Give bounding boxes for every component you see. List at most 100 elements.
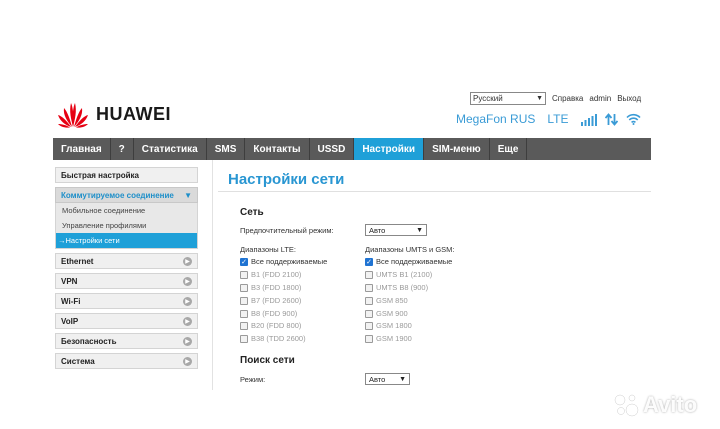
checkbox-label: UMTS B8 (900) bbox=[376, 283, 429, 292]
checkbox-icon bbox=[365, 334, 373, 343]
nav-item-contacts[interactable]: Контакты bbox=[245, 138, 310, 160]
umts-band-b1[interactable]: UMTS B1 (2100) bbox=[365, 270, 432, 279]
checkbox-icon bbox=[240, 296, 248, 305]
checkbox-icon bbox=[365, 309, 373, 318]
preferred-mode-select[interactable]: Авто ▼ bbox=[365, 224, 427, 236]
lte-band-b3[interactable]: B3 (FDD 1800) bbox=[240, 283, 301, 292]
lte-band-b8[interactable]: B8 (FDD 900) bbox=[240, 309, 297, 318]
nav-item-ussd[interactable]: USSD bbox=[310, 138, 355, 160]
sidebar-item-label: Wi-Fi bbox=[61, 296, 81, 306]
sidebar-subitem-network-settings[interactable]: → Настройки сети bbox=[56, 233, 197, 248]
search-mode-value: Авто bbox=[369, 374, 386, 384]
top-links: Русский ▼ Справка admin Выход bbox=[470, 92, 641, 105]
language-value: Русский bbox=[473, 94, 503, 103]
status-bar: MegaFon RUS LTE bbox=[456, 112, 649, 126]
sidebar-subitem-mobile-connection[interactable]: Мобильное соединение bbox=[56, 203, 197, 218]
lte-band-b7[interactable]: B7 (FDD 2600) bbox=[240, 296, 301, 305]
chevron-down-icon: ▼ bbox=[399, 375, 406, 383]
lte-band-b1[interactable]: B1 (FDD 2100) bbox=[240, 270, 301, 279]
huawei-logo: HUAWEI bbox=[56, 99, 171, 129]
sidebar-item-label: Ethernet bbox=[61, 256, 94, 266]
sidebar-subitem-profile-management[interactable]: Управление профилями bbox=[56, 218, 197, 233]
data-transfer-icon bbox=[604, 112, 618, 126]
wifi-icon bbox=[625, 113, 641, 125]
sidebar-item-label: Быстрая настройка bbox=[61, 170, 139, 180]
sidebar-item-system[interactable]: Система ▶ bbox=[55, 353, 198, 369]
chevron-right-icon: ▶ bbox=[183, 256, 192, 266]
logout-link[interactable]: Выход bbox=[617, 94, 641, 103]
lte-band-b38[interactable]: B38 (TDD 2600) bbox=[240, 334, 306, 343]
huawei-petals-icon bbox=[58, 103, 88, 128]
checkbox-checked-icon: ✓ bbox=[365, 257, 373, 266]
sidebar-item-dialup[interactable]: Коммутируемое соединение ▼ bbox=[55, 187, 198, 203]
preferred-mode-label: Предпочтительный режим: bbox=[240, 226, 334, 235]
checkbox-label: B38 (TDD 2600) bbox=[251, 334, 306, 343]
checkbox-label: B8 (FDD 900) bbox=[251, 309, 298, 318]
search-mode-select[interactable]: Авто ▼ bbox=[365, 373, 410, 385]
checkbox-label: UMTS B1 (2100) bbox=[376, 270, 433, 279]
preferred-mode-value: Авто bbox=[369, 225, 386, 235]
sidebar-item-label: Коммутируемое соединение bbox=[61, 190, 174, 200]
checkbox-label: GSM 850 bbox=[376, 296, 408, 305]
checkbox-label: Все поддерживаемые bbox=[376, 257, 453, 266]
arrow-right-icon: → bbox=[58, 236, 66, 245]
checkbox-icon bbox=[365, 296, 373, 305]
operator-name: MegaFon RUS bbox=[456, 112, 536, 126]
gsm-900[interactable]: GSM 900 bbox=[365, 309, 408, 318]
checkbox-icon bbox=[240, 283, 248, 292]
main-nav: Главная ? Статистика SMS Контакты USSD Н… bbox=[53, 138, 651, 160]
sidebar: Быстрая настройка Коммутируемое соединен… bbox=[55, 167, 198, 373]
sidebar-item-quick-setup[interactable]: Быстрая настройка bbox=[55, 167, 198, 183]
umts-band-all[interactable]: ✓ Все поддерживаемые bbox=[365, 257, 452, 266]
chevron-right-icon: ▶ bbox=[183, 336, 192, 346]
gsm-1900[interactable]: GSM 1900 bbox=[365, 334, 412, 343]
lte-bands-label: Диапазоны LTE: bbox=[240, 245, 297, 254]
lte-band-all[interactable]: ✓ Все поддерживаемые bbox=[240, 257, 327, 266]
section-heading-network-search: Поиск сети bbox=[240, 355, 295, 366]
gsm-850[interactable]: GSM 850 bbox=[365, 296, 408, 305]
umts-band-b8[interactable]: UMTS B8 (900) bbox=[365, 283, 428, 292]
nav-item-sms[interactable]: SMS bbox=[207, 138, 246, 160]
chevron-right-icon: ▶ bbox=[183, 316, 192, 326]
nav-item-sim-menu[interactable]: SIM-меню bbox=[424, 138, 490, 160]
sidebar-item-voip[interactable]: VoIP ▶ bbox=[55, 313, 198, 329]
sidebar-item-label: VoIP bbox=[61, 316, 79, 326]
sidebar-item-label: VPN bbox=[61, 276, 78, 286]
content-divider bbox=[212, 160, 213, 390]
chevron-right-icon: ▶ bbox=[183, 296, 192, 306]
checkbox-label: B7 (FDD 2600) bbox=[251, 296, 302, 305]
avito-watermark: Avito bbox=[612, 392, 697, 418]
checkbox-icon bbox=[365, 283, 373, 292]
checkbox-icon bbox=[365, 321, 373, 330]
checkbox-icon bbox=[365, 270, 373, 279]
help-link[interactable]: Справка bbox=[552, 94, 583, 103]
chevron-down-icon: ▼ bbox=[416, 226, 423, 234]
nav-item-help[interactable]: ? bbox=[111, 138, 134, 160]
nav-item-more[interactable]: Еще bbox=[490, 138, 528, 160]
user-link[interactable]: admin bbox=[589, 94, 611, 103]
sidebar-item-label: Система bbox=[61, 356, 95, 366]
chevron-down-icon: ▼ bbox=[184, 190, 192, 200]
checkbox-checked-icon: ✓ bbox=[240, 257, 248, 266]
sidebar-item-security[interactable]: Безопасность ▶ bbox=[55, 333, 198, 349]
sidebar-item-ethernet[interactable]: Ethernet ▶ bbox=[55, 253, 198, 269]
checkbox-label: B20 (FDD 800) bbox=[251, 321, 302, 330]
network-type: LTE bbox=[547, 112, 569, 126]
gsm-1800[interactable]: GSM 1800 bbox=[365, 321, 412, 330]
chevron-right-icon: ▶ bbox=[183, 356, 192, 366]
sidebar-item-vpn[interactable]: VPN ▶ bbox=[55, 273, 198, 289]
lte-band-b20[interactable]: B20 (FDD 800) bbox=[240, 321, 301, 330]
nav-item-settings[interactable]: Настройки bbox=[354, 138, 425, 160]
checkbox-label: B1 (FDD 2100) bbox=[251, 270, 302, 279]
language-select[interactable]: Русский ▼ bbox=[470, 92, 546, 105]
section-heading-network: Сеть bbox=[240, 207, 264, 218]
sidebar-subitem-label: Настройки сети bbox=[65, 236, 120, 245]
checkbox-label: GSM 1800 bbox=[376, 321, 412, 330]
checkbox-icon bbox=[240, 309, 248, 318]
sidebar-item-wifi[interactable]: Wi-Fi ▶ bbox=[55, 293, 198, 309]
chevron-right-icon: ▶ bbox=[183, 276, 192, 286]
nav-item-statistics[interactable]: Статистика bbox=[134, 138, 207, 160]
search-mode-label: Режим: bbox=[240, 375, 266, 384]
sidebar-item-label: Безопасность bbox=[61, 336, 117, 346]
nav-item-home[interactable]: Главная bbox=[53, 138, 111, 160]
